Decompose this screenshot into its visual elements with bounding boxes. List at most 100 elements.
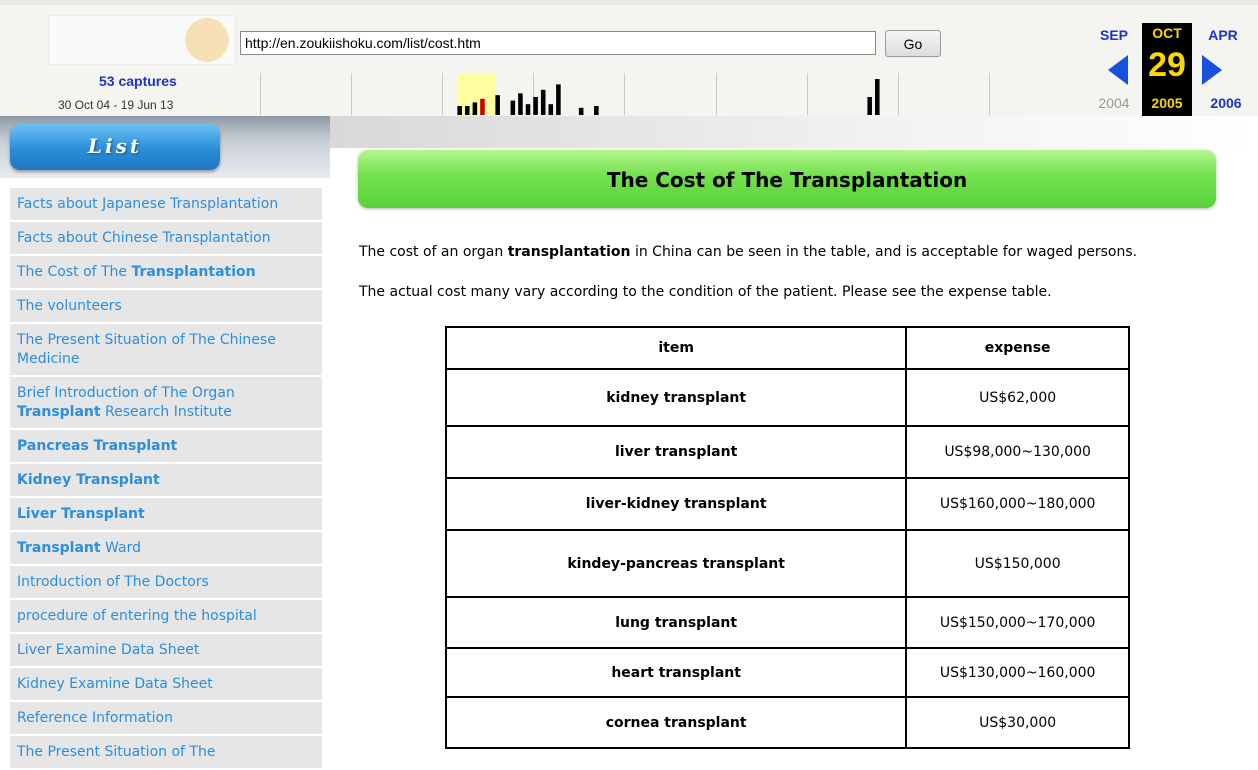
capture-bar[interactable] [495,95,500,115]
sidebar-item[interactable]: Facts about Japanese Transplantation [10,188,322,222]
capture-bar[interactable] [525,104,531,115]
intro-text: in China can be seen in the table, and i… [630,244,1138,260]
item-cell: liver-kidney transplant [444,477,908,531]
table-row: cornea transplant US$30,000 [444,696,1130,749]
sidebar-item-label: Transplant [17,540,101,556]
table-row: lung transplant US$150,000~170,000 [444,596,1130,649]
current-year-label: 2005 [1151,95,1183,111]
column-header-item: item [444,326,908,370]
sidebar-item[interactable]: Kidney Examine Data Sheet [10,668,322,702]
item-cell: cornea transplant [444,696,908,749]
sidebar-item[interactable]: The Present Situation of The [10,736,322,770]
intro-bold-text: transplantation [507,244,631,260]
sidebar-item[interactable]: Introduction of The Doctors [10,566,322,600]
sidebar-item-label: Transplantation [131,264,256,280]
next-capture-arrow-icon[interactable] [1202,55,1222,85]
expense-cell: US$30,000 [905,696,1130,749]
capture-bar[interactable] [480,98,485,115]
intro-paragraph-1: The cost of an organ transplantation in … [359,244,1137,260]
expense-table: item expense kidney transplant US$62,000 l… [444,326,1130,749]
intro-text: The cost of an organ [359,244,508,260]
expense-cell: US$62,000 [905,368,1130,427]
prev-month-label[interactable]: SEP [1092,27,1136,43]
table-row: heart transplant US$130,000~160,000 [444,647,1130,698]
table-row: kidney transplant US$62,000 [444,368,1130,427]
expense-cell: US$130,000~160,000 [905,647,1130,698]
expense-cell: US$98,000~130,000 [905,425,1130,479]
sidebar-item[interactable]: The Present Situation of The Chinese Med… [10,324,322,377]
capture-bar[interactable] [867,97,872,115]
sidebar-item-label: Liver Transplant [17,506,145,522]
capture-bar[interactable] [578,107,584,115]
expense-cell: US$150,000 [905,529,1130,598]
sidebar-item[interactable]: Transplant Ward [10,532,322,566]
item-cell: kidney transplant [444,368,908,427]
sidebar-item-label: Kidney Transplant [17,472,160,488]
sidebar-item-label: The Cost of The [17,264,132,280]
next-month-label[interactable]: APR [1198,27,1248,43]
capture-bar[interactable] [594,106,599,115]
capture-bar[interactable] [465,106,470,115]
sidebar-header: List [0,116,330,178]
sidebar-item-label: Ward [100,540,141,556]
sidebar-item-label: Research Institute [100,404,232,420]
table-row: liver-kidney transplant US$160,000~180,00… [444,477,1130,531]
capture-bar[interactable] [556,84,561,115]
capture-sparkline[interactable] [260,73,1080,115]
sidebar-item-label: Brief Introduction of The Organ [17,385,235,401]
capture-bar[interactable] [548,104,554,115]
item-cell: kindey-pancreas transplant [444,529,908,598]
sidebar-item-label: Transplant [17,404,101,420]
capture-bar[interactable] [472,102,478,115]
go-button[interactable]: Go [885,30,941,57]
captures-link[interactable]: 53 captures [99,73,177,89]
sidebar-item-label: Facts about Japanese Transplantation [17,196,279,212]
sidebar-item-label: Liver Examine Data Sheet [17,642,200,658]
wayback-toolbar: Go 53 captures 30 Oct 04 - 19 Jun 13 SEP… [0,0,1258,121]
expense-cell: US$160,000~180,000 [905,477,1130,531]
wayback-logo-icon [185,18,229,62]
page-title-banner: The Cost of The Transplantation [358,150,1216,208]
capture-bar[interactable] [518,93,523,115]
prev-year-label[interactable]: 2004 [1092,95,1136,111]
sidebar-title: List [87,134,143,158]
sidebar-item[interactable]: Liver Transplant [10,498,322,532]
current-capture-date: OCT 29 2005 [1142,23,1192,121]
expense-cell: US$150,000~170,000 [905,596,1130,649]
sidebar-item-label: Pancreas Transplant [17,438,178,454]
next-year-label[interactable]: 2006 [1198,95,1254,111]
content-header-band [330,116,1258,148]
sidebar-item-label: Facts about Chinese Transplantation [17,230,271,246]
sidebar-title-tab: List [10,124,220,170]
capture-bar[interactable] [540,89,546,115]
table-row: liver transplant US$98,000~130,000 [444,425,1130,479]
sidebar-item-label: The volunteers [17,298,122,314]
current-month-label: OCT [1152,25,1182,41]
item-cell: heart transplant [444,647,908,698]
table-header-row: item expense [444,326,1130,370]
url-input[interactable] [240,31,876,55]
sidebar-item-label: Introduction of The Doctors [17,574,209,590]
sidebar-item[interactable]: Reference Information [10,702,322,736]
sidebar-item[interactable]: The volunteers [10,290,322,324]
table-body: kidney transplant US$62,000 liver transpla… [444,368,1130,749]
sidebar-item[interactable]: procedure of entering the hospital [10,600,322,634]
sidebar-item[interactable]: Liver Examine Data Sheet [10,634,322,668]
capture-bar[interactable] [510,100,516,115]
prev-capture-arrow-icon[interactable] [1108,55,1128,85]
capture-bar[interactable] [875,79,880,115]
sidebar-item-label: procedure of entering the hospital [17,608,257,624]
intro-paragraph-2: The actual cost many vary according to t… [359,284,1052,300]
sidebar-item[interactable]: Facts about Chinese Transplantation [10,222,322,256]
sidebar-item[interactable]: The Cost of The Transplantation [10,256,322,290]
current-day-label: 29 [1148,46,1186,84]
sidebar-item[interactable]: Brief Introduction of The Organ Transpla… [10,377,322,430]
sidebar-item-label: Kidney Examine Data Sheet [17,676,213,692]
sidebar-item[interactable]: Kidney Transplant [10,464,322,498]
capture-bar[interactable] [533,97,538,115]
capture-date-range: 30 Oct 04 - 19 Jun 13 [58,98,174,112]
column-header-expense: expense [905,326,1130,370]
sidebar-item[interactable]: Pancreas Transplant [10,430,322,464]
capture-bar[interactable] [457,106,462,115]
table-row: kindey-pancreas transplant US$150,000 [444,529,1130,598]
